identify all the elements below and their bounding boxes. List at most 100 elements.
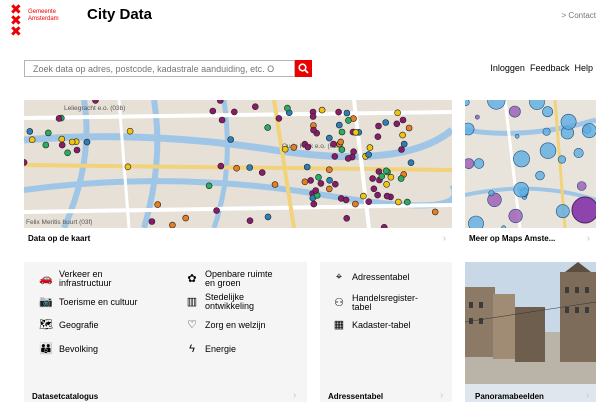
map-marker: [365, 151, 372, 158]
panorama-image: [465, 262, 596, 384]
map-tile-caption[interactable]: Data op de kaart ›: [24, 228, 452, 250]
map-label: Leliegracht e.o. (03b): [64, 105, 125, 112]
map-bubble: [465, 122, 475, 136]
map-marker: [304, 143, 312, 151]
city-logo[interactable]: ✖ ✖ ✖: [10, 3, 24, 40]
map-marker: [227, 136, 234, 143]
map-marker: [397, 175, 405, 182]
catalog-caption[interactable]: Datasetcatalogus: [32, 392, 98, 401]
map-marker: [233, 164, 240, 172]
map-marker: [343, 109, 351, 117]
map-marker: [275, 115, 283, 122]
map-marker: [375, 122, 382, 130]
address-tile[interactable]: [320, 262, 452, 402]
city-icon: ▥: [186, 295, 198, 308]
map-marker: [330, 140, 337, 148]
maps-tile-caption[interactable]: Meer op Maps Amste... ›: [465, 228, 596, 250]
panorama-tile[interactable]: [465, 262, 596, 402]
map-marker: [290, 144, 298, 151]
panorama-caption[interactable]: Panoramabeelden: [475, 392, 544, 401]
map-marker: [92, 100, 99, 104]
top-navigation: Inloggen Feedback Help: [490, 63, 593, 73]
search-input[interactable]: [25, 61, 277, 76]
chevron-right-icon: ›: [293, 390, 297, 401]
map-image: Leliegracht e.o. (03b) Oude Kerk e.o. (0…: [24, 100, 452, 228]
category-tourism[interactable]: 📷 Toerisme en cultuur: [37, 296, 137, 308]
lightning-icon: ϟ: [189, 343, 195, 355]
map-marker: [344, 155, 352, 162]
camera-icon: 📷: [39, 296, 53, 308]
map-marker: [26, 128, 34, 135]
map-marker: [64, 149, 71, 157]
map-bubble: [539, 142, 557, 159]
map-bubble: [560, 113, 577, 130]
logo-cross-icon: ✖: [10, 24, 22, 40]
category-care[interactable]: ♡ Zorg en welzijn: [183, 320, 265, 331]
map-marker: [350, 148, 357, 156]
search-button[interactable]: [295, 60, 312, 77]
tree-icon: ✿: [187, 272, 197, 285]
map-marker: [407, 159, 415, 167]
contact-link[interactable]: > Contact: [562, 11, 596, 20]
map-marker: [374, 133, 382, 141]
map-marker: [325, 166, 333, 173]
map-marker: [352, 129, 360, 136]
category-geography[interactable]: 🗺 Geografie: [37, 320, 99, 331]
address-caption[interactable]: Adressentabel: [328, 392, 383, 401]
search-box: [24, 60, 295, 77]
map-marker: [382, 167, 390, 175]
pin-icon: ⌖: [335, 271, 343, 283]
feedback-link[interactable]: Feedback: [530, 63, 570, 73]
category-population[interactable]: 👪 Bevolking: [37, 344, 98, 355]
map-marker: [331, 180, 339, 188]
help-link[interactable]: Help: [574, 63, 593, 73]
map-bubble: [514, 133, 520, 139]
map-bubble: [535, 170, 545, 181]
map-marker: [246, 164, 253, 171]
category-urban-development[interactable]: ▥ Stedelijke ontwikkeling: [183, 293, 254, 311]
map-marker: [55, 115, 63, 122]
map-bubble: [576, 181, 587, 191]
map-marker: [365, 198, 373, 205]
map-tile[interactable]: Leliegracht e.o. (03b) Oude Kerk e.o. (0…: [24, 100, 452, 250]
map-marker: [315, 174, 322, 181]
trade-register-link[interactable]: ⚇ Handelsregister-tabel: [330, 294, 418, 312]
map-bubble: [555, 204, 570, 219]
map-marker: [281, 145, 289, 153]
map-marker: [382, 119, 390, 126]
map-marker: [28, 136, 36, 144]
map-bubble: [508, 208, 523, 224]
map-marker: [124, 163, 132, 171]
category-public-space[interactable]: ✿ Openbare ruimte en groen: [183, 270, 272, 288]
map-marker: [331, 153, 339, 160]
map-marker: [231, 108, 238, 116]
map-marker: [399, 116, 407, 124]
map-marker: [24, 159, 28, 166]
map-marker: [205, 182, 213, 190]
category-traffic[interactable]: 🚗 Verkeer en infrastructuur: [37, 270, 111, 288]
page-title[interactable]: City Data: [87, 6, 152, 23]
map-marker: [366, 144, 374, 151]
map-marker: [58, 135, 66, 143]
map-bubble: [557, 155, 566, 164]
map-marker: [338, 146, 346, 153]
maps-tile[interactable]: Meer op Maps Amste... ›: [465, 100, 596, 250]
map-marker: [395, 198, 402, 206]
map-marker: [148, 218, 156, 225]
chevron-right-icon: ›: [586, 233, 590, 244]
map-marker: [431, 208, 439, 216]
login-link[interactable]: Inloggen: [490, 63, 525, 73]
map-marker: [218, 116, 226, 124]
cadastre-table-link[interactable]: ▦ Kadaster-tabel: [330, 320, 411, 331]
map-marker: [271, 181, 279, 188]
map-marker: [370, 185, 378, 193]
map-bubble: [465, 158, 475, 169]
map-marker: [309, 113, 317, 120]
map-marker: [310, 126, 317, 134]
address-table-link[interactable]: ⌖ Adressentabel: [330, 271, 410, 283]
map-bubble: [474, 114, 480, 120]
map-marker: [303, 163, 311, 171]
map-marker: [374, 191, 381, 199]
map-bubble: [513, 150, 530, 168]
category-energy[interactable]: ϟ Energie: [183, 343, 236, 355]
